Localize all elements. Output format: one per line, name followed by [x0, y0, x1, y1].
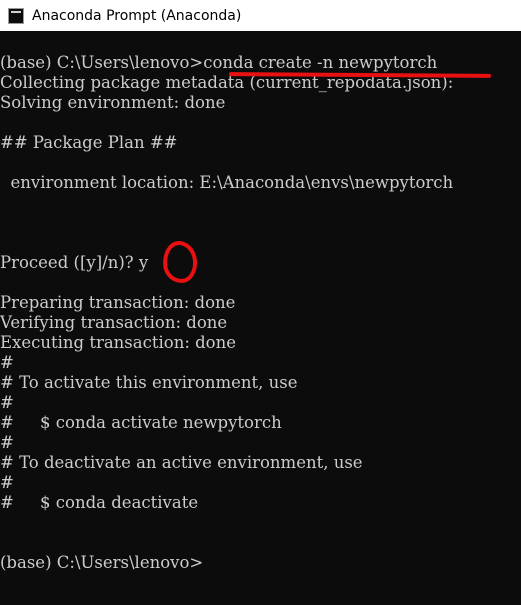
terminal-line: Collecting package metadata (current_rep… — [0, 73, 454, 92]
terminal-line: Verifying transaction: done — [0, 313, 228, 332]
terminal-output[interactable]: (base) C:\Users\lenovo>conda create -n n… — [0, 53, 521, 573]
terminal-line: environment location: E:\Anaconda\envs\n… — [0, 173, 454, 192]
terminal-icon — [8, 7, 24, 24]
terminal-prompt-line: (base) C:\Users\lenovo> — [0, 553, 204, 572]
console-window: Anaconda Prompt (Anaconda) (base) C:\Use… — [0, 0, 521, 605]
terminal-line: # $ conda deactivate — [0, 493, 199, 512]
terminal-line: Executing transaction: done — [0, 333, 237, 352]
window-title: Anaconda Prompt (Anaconda) — [32, 7, 242, 24]
terminal-line: # — [0, 353, 14, 372]
terminal-line: # — [0, 433, 14, 452]
terminal-line: Preparing transaction: done — [0, 293, 236, 312]
terminal-line: # — [0, 393, 14, 412]
title-bar[interactable]: Anaconda Prompt (Anaconda) — [0, 0, 521, 31]
terminal-line: # — [0, 473, 14, 492]
terminal-line: (base) C:\Users\lenovo>conda create -n n… — [0, 53, 438, 72]
terminal-line: # To deactivate an active environment, u… — [0, 453, 363, 472]
terminal-line: ## Package Plan ## — [0, 133, 178, 152]
terminal-line: # To activate this environment, use — [0, 373, 298, 392]
terminal-line: Proceed ([y]/n)? y — [0, 253, 149, 272]
terminal-line: Solving environment: done — [0, 93, 226, 112]
terminal-line: # $ conda activate newpytorch — [0, 413, 282, 432]
